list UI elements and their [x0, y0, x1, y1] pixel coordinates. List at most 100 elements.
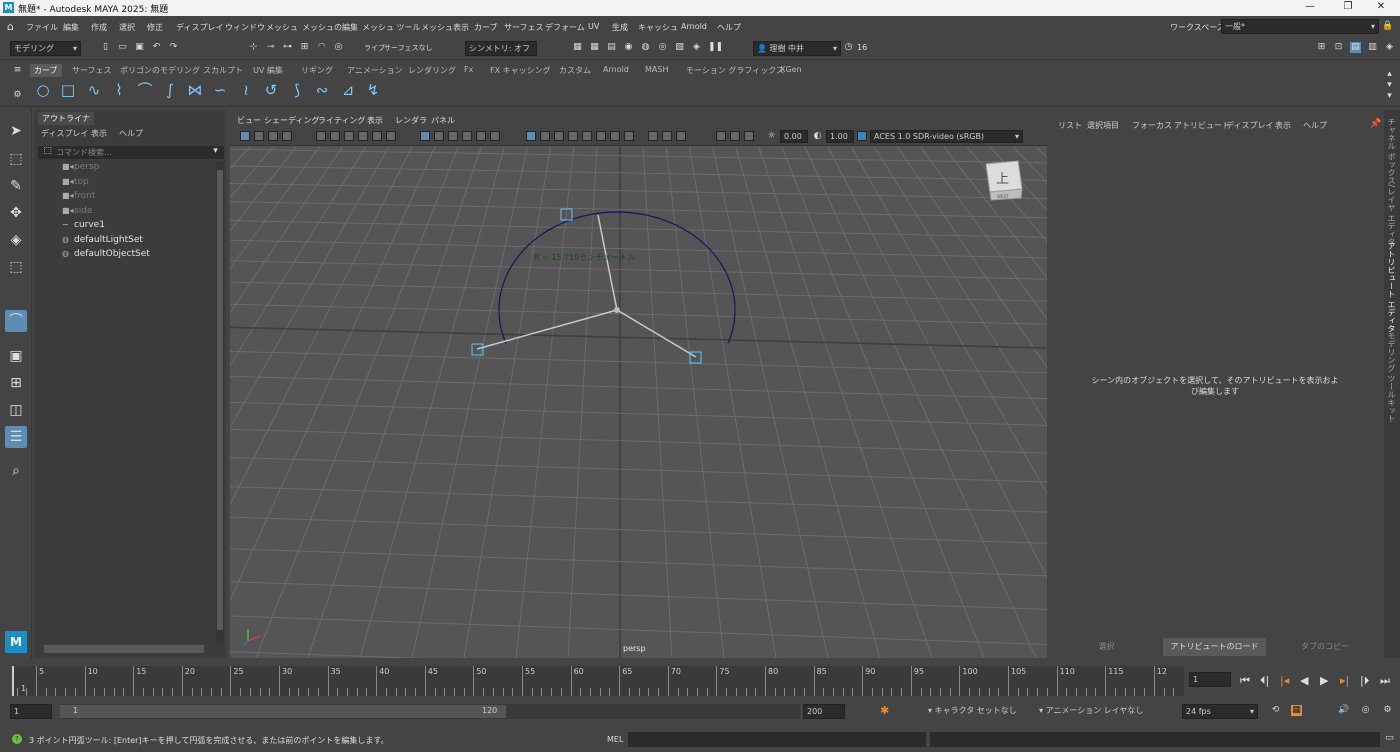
shelf-tab-rigging[interactable]: リギング	[297, 64, 337, 77]
mel-label[interactable]: MEL	[607, 735, 623, 744]
single-view-layout-icon[interactable]: ▣	[5, 345, 27, 367]
character-set-dropdown[interactable]: ▾ キャラクタ セットなし	[925, 704, 1025, 719]
ae-menu-focus[interactable]: フォーカス	[1132, 120, 1172, 131]
shelf-tab-sculpt[interactable]: スカルプト	[199, 64, 247, 77]
go-to-start-icon[interactable]: ⏮	[1240, 674, 1250, 688]
menu-deform[interactable]: デフォーム	[545, 22, 585, 33]
menu-generate[interactable]: 生成	[612, 22, 628, 33]
menu-select[interactable]: 選択	[119, 22, 135, 33]
pencil-curve-icon[interactable]: ∫	[161, 81, 179, 99]
step-forward-frame-icon[interactable]: |⏵	[1360, 674, 1369, 688]
mel-command-input[interactable]	[628, 732, 926, 747]
minimize-button[interactable]: —	[1295, 1, 1325, 12]
search-icon[interactable]: ⌕	[5, 460, 27, 482]
offset-curve-icon[interactable]: ⟆	[288, 81, 306, 99]
shelf-tab-animation[interactable]: アニメーション	[343, 64, 407, 77]
ep-curve-icon[interactable]: ⌇	[110, 81, 128, 99]
menu-mesh-tools[interactable]: メッシュ ツール	[362, 22, 421, 33]
wireframe-on-shaded-icon[interactable]	[526, 131, 536, 141]
outliner-item-default-object-set[interactable]: ◍ defaultObjectSet	[62, 249, 150, 259]
rotate-tool-icon[interactable]: ◈	[5, 229, 27, 251]
open-scene-icon[interactable]: ▭	[117, 42, 128, 53]
shelf-settings-icon[interactable]: ⚙	[12, 90, 23, 101]
attribute-editor-toggle-icon[interactable]: ⊡	[1333, 42, 1344, 53]
multisample-aa-icon[interactable]	[610, 131, 620, 141]
menu-curves[interactable]: カーブ	[474, 22, 498, 33]
time-slider-track[interactable]: 1 5 10 15 20 25 30 35 40 45 50 55 60 65 70 75 80 85 90 95 1…	[12, 666, 1184, 696]
hud-icon[interactable]	[676, 131, 686, 141]
menu-create[interactable]: 作成	[91, 22, 107, 33]
gamma-field[interactable]: 1.00	[826, 130, 854, 143]
two-d-pan-zoom-icon[interactable]	[316, 131, 326, 141]
outliner-menu-show[interactable]: 表示	[91, 128, 107, 139]
default-material-icon[interactable]	[448, 131, 458, 141]
chevron-down-icon[interactable]: ▾	[210, 146, 221, 157]
use-all-lights-icon[interactable]	[476, 131, 486, 141]
render-current-frame-icon[interactable]: ▦	[572, 42, 583, 53]
range-bar[interactable]	[60, 705, 506, 718]
shelf-scroll-up-icon[interactable]: ▴	[1384, 69, 1395, 80]
camera-attributes-icon[interactable]	[254, 131, 264, 141]
outliner-search-input[interactable]: コマンド検索...	[38, 146, 224, 159]
menu-cache[interactable]: キャッシュ	[638, 22, 678, 33]
colorspace-dropdown[interactable]: ACES 1.0 SDR-video (sRGB) ▾	[870, 130, 1023, 143]
maya-logo-icon[interactable]: M	[5, 631, 27, 653]
menu-surfaces[interactable]: サーフェス	[504, 22, 544, 33]
current-time-indicator[interactable]	[12, 666, 14, 696]
fps-dropdown[interactable]: 24 fps ▾	[1182, 704, 1258, 719]
shelf-tab-fx-caching[interactable]: FX キャッシング	[486, 64, 555, 77]
select-component-icon[interactable]: ⊶	[282, 42, 293, 53]
wireframe-icon[interactable]	[420, 131, 430, 141]
hypershade-icon[interactable]: ◉	[623, 42, 634, 53]
viewport-menu-view[interactable]: ビュー	[237, 115, 261, 126]
viewport-menu-renderer[interactable]: レンダラ	[395, 115, 427, 126]
select-hierarchy-icon[interactable]: ⊹	[248, 42, 259, 53]
script-editor-icon[interactable]: ▭	[1384, 733, 1395, 744]
outliner-menu-display[interactable]: ディスプレイ	[41, 128, 88, 139]
shadows-icon[interactable]	[490, 131, 500, 141]
exposure-field[interactable]: 0.00	[780, 130, 808, 143]
tab-channel-box[interactable]: チャネル ボックス/レイヤ エディタ	[1386, 118, 1397, 246]
loop-icon[interactable]: ⟲	[1270, 705, 1281, 716]
xray-joints-icon[interactable]	[554, 131, 564, 141]
render-view-icon[interactable]: ◎	[657, 42, 668, 53]
lock-icon[interactable]: 🔒	[1382, 21, 1393, 32]
arnold-render-icon[interactable]: ◍	[640, 42, 651, 53]
ae-menu-display[interactable]: ディスプレイ	[1226, 120, 1273, 131]
ae-copy-tab-button[interactable]: タブのコピー	[1270, 638, 1380, 656]
rebuild-curve-icon[interactable]: ∾	[313, 81, 331, 99]
shelf-options-icon[interactable]: ▾	[1384, 91, 1395, 102]
move-tool-icon[interactable]: ✥	[5, 202, 27, 224]
outliner-item-persp[interactable]: ■◂persp	[62, 162, 99, 172]
shelf-tab-xgen[interactable]: XGen	[776, 64, 806, 75]
menu-uv[interactable]: UV	[588, 22, 599, 31]
shelf-scroll-down-icon[interactable]: ▾	[1384, 80, 1395, 91]
modeling-toolkit-icon[interactable]: ⊞	[1316, 42, 1327, 53]
snap-grid-icon[interactable]: ⊞	[299, 42, 310, 53]
xray-active-components-icon[interactable]	[568, 131, 578, 141]
channel-box-toggle-icon[interactable]: ▤	[1350, 42, 1361, 53]
menu-file[interactable]: ファイル	[26, 22, 58, 33]
shelf-tab-motion-graphics[interactable]: モーション グラフィックス	[682, 64, 788, 77]
help-icon[interactable]: ?	[12, 734, 22, 744]
viewport-menu-lighting[interactable]: ライティング	[318, 115, 365, 126]
arc-center-point[interactable]	[614, 307, 620, 313]
bookmarks-icon[interactable]	[268, 131, 278, 141]
grease-pencil-icon[interactable]	[330, 131, 340, 141]
ae-select-button[interactable]: 選択	[1054, 638, 1159, 656]
play-forwards-icon[interactable]: ▶	[1320, 674, 1328, 687]
attach-curves-icon[interactable]: ⋈	[186, 81, 204, 99]
copy-icon[interactable]	[730, 131, 740, 141]
film-gate-icon[interactable]	[358, 131, 368, 141]
home-icon[interactable]: ⌂	[5, 21, 16, 32]
current-frame-field[interactable]: 1	[1189, 672, 1231, 687]
menu-arnold[interactable]: Arnold	[681, 22, 707, 31]
extend-curve-icon[interactable]: ↺	[262, 81, 280, 99]
viewport-menu-shading[interactable]: シェーディング	[264, 115, 319, 126]
menu-window[interactable]: ウィンドウ	[225, 22, 265, 33]
isolate-icon[interactable]	[716, 131, 726, 141]
detach-curves-icon[interactable]: ∽	[211, 81, 229, 99]
viewport-scene[interactable]: R = 15.719センチメートル 上 WEST persp	[230, 147, 1047, 658]
user-account-dropdown[interactable]: 👤 理樹 中井 ▾	[753, 41, 841, 56]
gate-mask-icon[interactable]	[386, 131, 396, 141]
